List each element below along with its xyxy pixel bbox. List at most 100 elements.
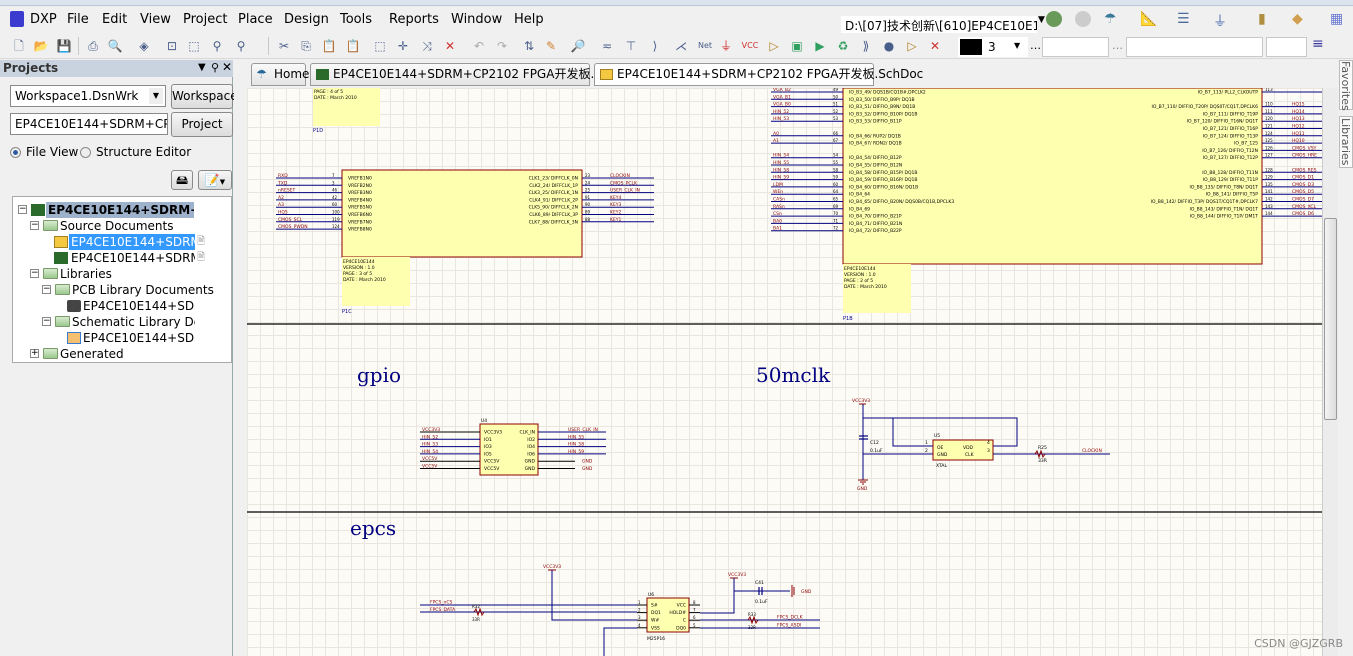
cut-icon[interactable]: ✂ (275, 37, 293, 55)
port-icon[interactable]: ◆ (1292, 11, 1303, 27)
collapse-icon[interactable]: − (30, 221, 39, 230)
no-erc-icon[interactable]: ✕ (926, 37, 944, 55)
project-button[interactable]: Project (171, 112, 233, 137)
align-icon[interactable]: ☰ (1177, 11, 1190, 27)
net-label-icon[interactable]: Net (694, 37, 716, 55)
ground-icon[interactable]: ⏚ (1213, 11, 1227, 31)
collapse-icon[interactable]: − (18, 205, 27, 214)
tree-item-schematic-library-documents[interactable]: − Schematic Library Docum (13, 314, 231, 330)
style-select[interactable] (1042, 37, 1109, 57)
panel-menu-icon[interactable]: ▼ (198, 62, 206, 73)
tab-sch-doc[interactable]: EP4CE10E144+SDRM+CP2102 FPGA开发板.SchDoc (594, 63, 923, 86)
schematic-canvas[interactable]: gpio 50mclk epcs PAGE : 4 of 5 DATE : Ma… (247, 88, 1322, 656)
tree-item-generated[interactable]: + Generated (13, 346, 231, 362)
file-view-radio[interactable] (10, 147, 21, 158)
menu-design[interactable]: Design (284, 12, 329, 27)
sheet-symbol-icon[interactable]: ▣ (788, 37, 806, 55)
board-icon[interactable]: ◈ (135, 37, 153, 55)
measure-icon[interactable]: 📐 (1140, 11, 1157, 27)
paste-icon[interactable]: 📋 (320, 37, 338, 55)
tree-item-pcb-doc[interactable]: EP4CE10E144+SDRM+C 🗎 (13, 250, 231, 266)
bus-icon[interactable]: ≂ (598, 37, 616, 55)
libraries-tab[interactable]: Libraries (1339, 116, 1353, 168)
workspace-select[interactable]: Workspace1.DsnWrk ▼ (10, 85, 166, 107)
print-icon[interactable]: ⎙ (84, 37, 102, 55)
tab-home[interactable]: ☂ Home (251, 63, 309, 86)
signal-harness-icon[interactable]: ⋌ (672, 37, 690, 55)
expand-icon[interactable]: + (30, 349, 39, 358)
sheet-entry-icon[interactable]: ▶ (811, 37, 829, 55)
move-icon[interactable]: ✛ (394, 37, 412, 55)
tab-pcb-doc[interactable]: EP4CE10E144+SDRM+CP2102 FPGA开发板.PcbDoc (310, 63, 639, 86)
new-icon[interactable]: 🗋 (10, 37, 28, 55)
designator-icon[interactable]: ▷ (903, 37, 921, 55)
scrollbar-thumb[interactable] (1324, 218, 1337, 420)
forward-icon[interactable] (1075, 11, 1091, 27)
grid-icon[interactable]: ▦ (1330, 11, 1343, 27)
menu-file[interactable]: File (67, 12, 89, 27)
menu-view[interactable]: View (140, 12, 171, 27)
menu-tools[interactable]: Tools (340, 12, 372, 27)
line-style-icon[interactable]: ≡ (1312, 36, 1324, 52)
collapse-icon[interactable]: − (42, 285, 51, 294)
project-field[interactable]: EP4CE10E144+SDRM+CP2102 (10, 113, 168, 135)
gnd-port-icon[interactable]: ⏚ (717, 37, 735, 55)
menu-edit[interactable]: Edit (102, 12, 127, 27)
size-select[interactable] (1266, 37, 1307, 57)
tree-item-sch-lib[interactable]: EP4CE10E144+SDRM (13, 330, 231, 346)
home-icon[interactable]: ☂ (1104, 11, 1117, 27)
bus-entry-icon[interactable]: ⊤ (622, 37, 640, 55)
workspace-button[interactable]: Workspace (171, 84, 238, 109)
vcc-port-icon[interactable]: VCC (741, 37, 759, 55)
open-icon[interactable]: 📂 (32, 37, 50, 55)
zoom-selected-icon[interactable]: ⚲ (208, 37, 226, 55)
copy-icon[interactable]: ⎘ (297, 37, 315, 55)
collapse-icon[interactable]: − (42, 317, 51, 326)
menu-dxp[interactable]: DXP (30, 12, 57, 27)
back-icon[interactable] (1046, 11, 1062, 27)
collapse-icon[interactable]: − (30, 269, 39, 278)
menu-reports[interactable]: Reports (389, 12, 439, 27)
menu-project[interactable]: Project (183, 12, 227, 27)
tree-item-project-root[interactable]: − EP4CE10E144+SDRM+CP (13, 202, 231, 218)
compile-button[interactable]: 🖴 (171, 170, 193, 190)
cross-probe-icon[interactable]: ✎ (542, 37, 560, 55)
print-preview-icon[interactable]: 🔍 (106, 37, 124, 55)
off-sheet-icon[interactable]: ● (880, 37, 898, 55)
tree-item-libraries[interactable]: − Libraries (13, 266, 231, 282)
select-area-icon[interactable]: ⬚ (371, 37, 389, 55)
place-part-icon[interactable]: ▷ (765, 37, 783, 55)
font-select[interactable] (1126, 37, 1263, 57)
save-icon[interactable]: 💾 (55, 37, 73, 55)
more-icon[interactable]: … (1030, 39, 1041, 52)
tree-item-pcb-lib[interactable]: EP4CE10E144+SDRM (13, 298, 231, 314)
close-icon[interactable]: ✕ (222, 60, 232, 74)
pin-icon[interactable]: ⚲ (211, 61, 219, 74)
clear-filter-icon[interactable]: ✕ (441, 37, 459, 55)
project-options-button[interactable]: 📝▼ (198, 170, 232, 190)
zoom-fit-icon[interactable]: ⊡ (163, 37, 181, 55)
tree-item-pcb-library-documents[interactable]: − PCB Library Documents (13, 282, 231, 298)
zoom-area-icon[interactable]: ⬚ (185, 37, 203, 55)
tree-item-sch-doc[interactable]: EP4CE10E144+SDRM+C 🗎 (13, 234, 231, 250)
panel-splitter[interactable] (234, 60, 247, 656)
undo-icon[interactable]: ↶ (470, 37, 488, 55)
zoom-filter-icon[interactable]: ⚲ (232, 37, 250, 55)
wire-icon[interactable]: ⟩ (646, 37, 664, 55)
rubber-stamp-icon[interactable]: 📋 (344, 37, 362, 55)
line-width-select[interactable]: 3 ▼ (958, 37, 1028, 57)
deselect-icon[interactable]: ⤨ (418, 37, 436, 55)
chevron-down-icon[interactable]: ▼ (1038, 15, 1045, 25)
menu-window[interactable]: Window (451, 12, 502, 27)
hierarchy-icon[interactable]: ⇅ (520, 37, 538, 55)
menu-help[interactable]: Help (514, 12, 544, 27)
browse-library-icon[interactable]: 🔎 (569, 37, 587, 55)
redo-icon[interactable]: ↷ (493, 37, 511, 55)
vertical-scrollbar[interactable] (1322, 88, 1338, 656)
component-icon[interactable]: ▮ (1258, 11, 1266, 27)
menu-place[interactable]: Place (238, 12, 273, 27)
device-sheet-icon[interactable]: ♻ (834, 37, 852, 55)
structure-editor-radio[interactable] (80, 147, 91, 158)
tree-item-source-documents[interactable]: − Source Documents (13, 218, 231, 234)
more-icon[interactable]: … (1112, 39, 1123, 52)
